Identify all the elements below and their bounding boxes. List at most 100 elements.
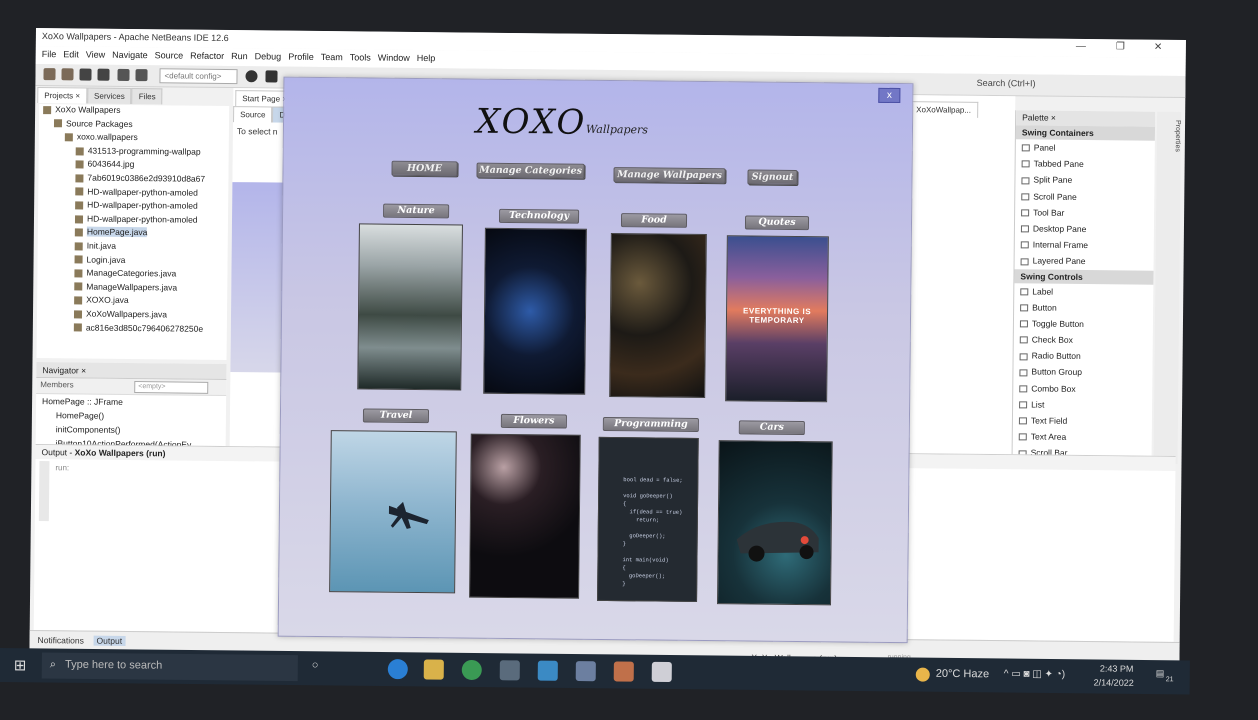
wallpaper-nature[interactable] [357,223,463,391]
wallpaper-quotes[interactable]: EVERYTHING IS TEMPORARY [725,235,829,403]
palette-item[interactable]: Toggle Button [1014,315,1153,333]
palette-group[interactable]: Swing Containers [1015,125,1156,141]
save-all-icon[interactable] [97,68,110,81]
palette-item[interactable]: Label [1014,283,1153,301]
palette-item[interactable]: Text Area [1013,428,1152,446]
palette-item[interactable]: Radio Button [1014,348,1153,366]
config-select[interactable]: <default config> [159,68,238,85]
palette-item[interactable]: Internal Frame [1015,236,1154,254]
menu-view[interactable]: View [86,50,105,62]
notifications-tab[interactable]: Notifications [38,635,84,645]
category-programming[interactable]: Programming [602,416,699,432]
menu-source[interactable]: Source [155,50,184,62]
menu-team[interactable]: Team [321,52,343,64]
wallpaper-technology[interactable] [483,227,587,395]
open-project-icon[interactable] [79,68,92,81]
chrome-icon[interactable] [461,659,482,681]
tab-services[interactable]: Services [87,87,132,105]
members-filter[interactable]: <empty> [134,381,209,394]
taskbar-search[interactable]: ⌕ Type here to search [41,652,298,682]
tree-item-label: Init.java [86,240,117,251]
tab-xoxo-wallpapers[interactable]: XoXoWallpap... [909,101,979,118]
mail-icon[interactable] [537,660,558,681]
palette-item[interactable]: Scroll Pane [1015,188,1154,206]
palette-item[interactable]: Tabbed Pane [1016,155,1155,173]
navigator-title: Navigator × [36,362,227,381]
menu-refactor[interactable]: Refactor [190,51,224,63]
menu-profile[interactable]: Profile [288,52,314,64]
app-close-button[interactable]: x [878,87,901,104]
wallpaper-flowers[interactable] [469,433,581,599]
search-input[interactable]: Search (Ctrl+I) [977,78,1036,89]
palette-item[interactable]: Text Field [1013,412,1152,430]
new-file-icon[interactable] [43,68,56,81]
palette-item[interactable]: Desktop Pane [1015,220,1154,238]
wallpaper-travel[interactable] [329,430,457,594]
manage-wallpapers-button[interactable]: Manage Wallpapers [613,167,726,184]
netbeans-icon[interactable] [575,661,596,682]
palette-group[interactable]: Swing Controls [1014,268,1154,285]
home-button[interactable]: HOME [391,160,458,177]
clock-time[interactable]: 2:43 PM [1100,664,1134,674]
tree-item[interactable]: ac816e3d850c796406278250e [37,322,227,338]
palette-item[interactable]: Combo Box [1013,380,1152,398]
wallpaper-programming[interactable]: bool dead = false; void goDeeper() { if(… [597,436,699,602]
tray-icons[interactable]: ^ ▭ ◙ ◫ ✦ ◔) [1004,669,1065,681]
menu-window[interactable]: Window [378,53,410,65]
menu-run[interactable]: Run [231,51,248,63]
tab-files[interactable]: Files [131,88,163,105]
menu-navigate[interactable]: Navigate [112,50,148,62]
menu-debug[interactable]: Debug [255,51,282,63]
palette-item[interactable]: Button Group [1013,364,1152,382]
tree-item-label: 7ab6019c0386e2d93910d8a67 [87,172,206,184]
component-icon [1021,176,1030,185]
minimize-icon[interactable]: — [1076,41,1086,52]
palette-item[interactable]: Check Box [1014,331,1153,349]
category-nature[interactable]: Nature [383,203,450,219]
category-food[interactable]: Food [620,213,688,228]
manage-categories-button[interactable]: Manage Categories [476,162,585,179]
menu-help[interactable]: Help [417,53,436,65]
menu-tools[interactable]: Tools [350,52,371,64]
output-tab[interactable]: Output [93,635,126,646]
redo-icon[interactable] [135,69,148,82]
output-toolbar[interactable] [38,461,50,522]
signout-button[interactable]: Signout [747,169,798,185]
weather-text[interactable]: 20°C Haze [936,668,989,681]
clock-date[interactable]: 2/14/2022 [1094,677,1134,687]
maximize-icon[interactable]: ❐ [1116,41,1125,52]
notification-icon[interactable]: ▤ [1156,668,1165,679]
category-travel[interactable]: Travel [362,408,430,424]
palette-item[interactable]: Tool Bar [1015,204,1154,222]
edge-icon[interactable] [387,659,408,680]
run-icon[interactable] [265,70,278,83]
file-icon [53,119,63,128]
properties-side-tab[interactable]: Properties [1153,111,1182,464]
wallpaper-food[interactable] [609,233,707,399]
category-cars[interactable]: Cars [738,420,805,436]
build-icon[interactable] [245,70,258,83]
category-flowers[interactable]: Flowers [500,413,567,429]
palette-item[interactable]: Split Pane [1015,172,1154,190]
palette-item[interactable]: Button [1014,299,1153,317]
task-view-icon[interactable]: ○ [312,659,319,671]
palette-item[interactable]: List [1013,396,1152,414]
menu-edit[interactable]: Edit [63,49,79,61]
xampp-icon[interactable] [613,661,634,682]
wallpaper-cars[interactable] [717,440,833,606]
members-select[interactable]: Members [40,380,73,389]
close-icon[interactable]: ✕ [1154,42,1163,53]
palette-item[interactable]: Layered Pane [1015,253,1154,271]
undo-icon[interactable] [117,68,130,81]
tab-source[interactable]: Source [233,106,273,123]
category-technology[interactable]: Technology [498,208,580,224]
new-project-icon[interactable] [61,68,74,81]
store-icon[interactable] [499,660,520,681]
windows-start-icon[interactable]: ⊞ [14,656,27,674]
tab-projects[interactable]: Projects × [37,87,88,104]
category-quotes[interactable]: Quotes [744,215,810,231]
file-explorer-icon[interactable] [423,659,444,680]
java-app-icon[interactable] [651,661,672,683]
menu-file[interactable]: File [42,49,57,61]
palette-item[interactable]: Panel [1016,139,1155,157]
